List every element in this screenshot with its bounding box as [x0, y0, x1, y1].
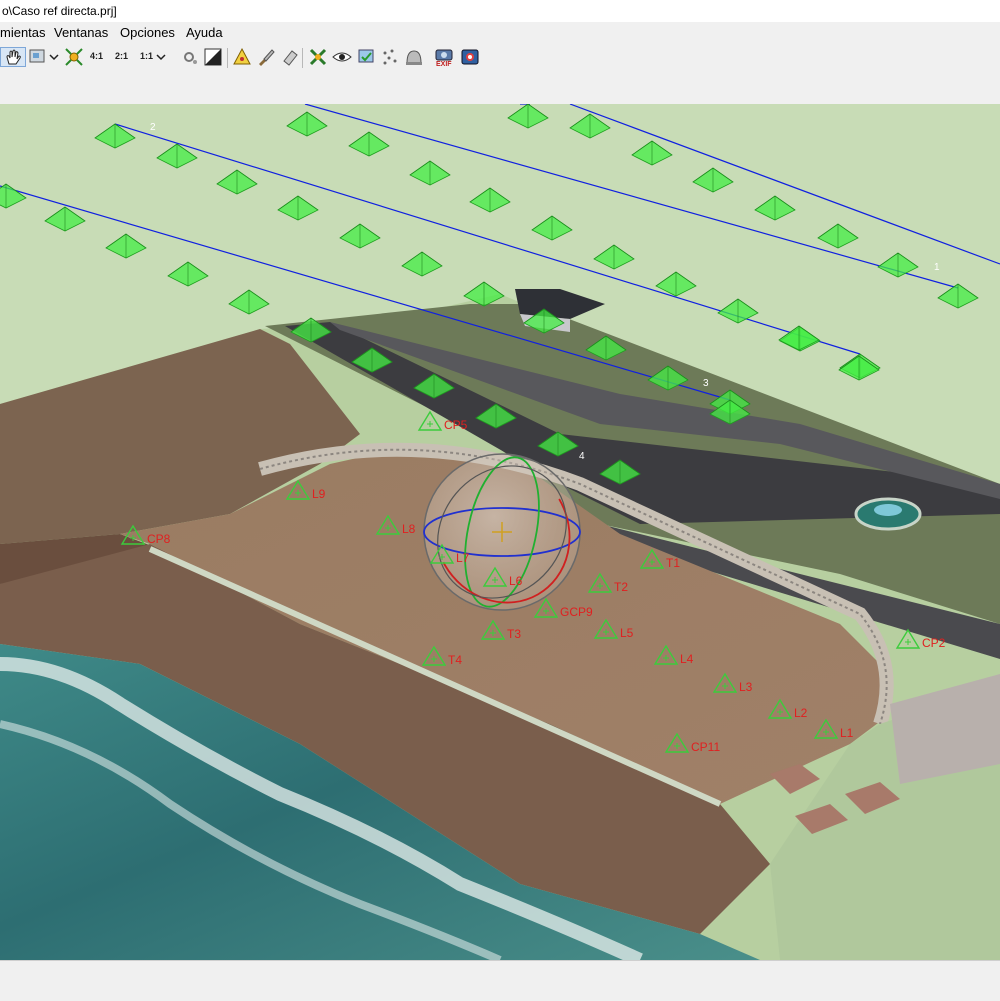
building-roof — [515, 289, 605, 319]
3d-viewport[interactable]: 2 1 3 4 CP5 L9 CP8 L8 L7 L6 T1 T2 GCP9 T3 L5 T4 L4 CP… — [0, 104, 1000, 960]
control-point-label: CP8 — [147, 532, 171, 546]
camera-pyramid-icon[interactable] — [937, 283, 979, 309]
control-point-label: T3 — [507, 627, 521, 641]
control-point-label: CP2 — [922, 636, 946, 650]
camera-pyramid-icon[interactable] — [507, 104, 549, 129]
camera-pyramid-icon[interactable] — [778, 325, 820, 351]
control-point-label: GCP9 — [560, 605, 593, 619]
control-point-label: L8 — [402, 522, 416, 536]
camera-pyramid-icon[interactable] — [692, 167, 734, 193]
control-point-label: CP11 — [691, 740, 720, 754]
window-title: o\Caso ref directa.prj] — [2, 4, 117, 18]
calibration-icon[interactable] — [460, 47, 480, 67]
settings-gear-icon[interactable] — [180, 47, 200, 67]
dome-icon[interactable] — [404, 47, 424, 67]
control-point-label: L2 — [794, 706, 808, 720]
camera-pyramid-icon[interactable] — [216, 169, 258, 195]
camera-pyramid-icon[interactable] — [717, 298, 759, 324]
camera-pyramid-icon[interactable] — [167, 261, 209, 287]
control-point-label: T4 — [448, 653, 462, 667]
camera-pyramid-icon[interactable] — [339, 223, 381, 249]
status-bar — [0, 960, 1000, 1001]
camera-pyramid-icon[interactable] — [754, 195, 796, 221]
camera-pyramid-icon[interactable] — [105, 233, 147, 259]
control-point-label: CP5 — [444, 418, 468, 432]
control-point-label: L1 — [840, 726, 854, 740]
pan-hand-icon[interactable] — [0, 47, 26, 67]
camera-pyramid-icon[interactable] — [469, 187, 511, 213]
control-point-label: L7 — [456, 551, 470, 565]
secondary-toolbar — [0, 72, 1000, 105]
exif-label: EXIF — [436, 61, 452, 68]
control-point-label: T1 — [666, 556, 680, 570]
zoom-chevron-down-icon[interactable] — [155, 47, 167, 67]
control-point-label: T2 — [614, 580, 628, 594]
control-point-label: L9 — [312, 487, 326, 501]
camera-pyramid-icon[interactable] — [877, 252, 919, 278]
camera-pyramid-icon[interactable] — [0, 183, 27, 209]
camera-pyramid-icon[interactable] — [531, 215, 573, 241]
camera-pyramid-icon[interactable] — [631, 140, 673, 166]
menu-herramientas[interactable]: mientas — [0, 22, 46, 44]
select-view-icon[interactable] — [28, 47, 48, 67]
chevron-down-icon[interactable] — [48, 47, 60, 67]
camera-pyramid-icon[interactable] — [348, 131, 390, 157]
zoom-extents-icon[interactable] — [64, 47, 84, 67]
brush-icon[interactable] — [256, 47, 276, 67]
eye-view-icon[interactable] — [332, 47, 352, 67]
camera-pyramid-icon[interactable] — [838, 355, 880, 381]
camera-pyramid-icon[interactable] — [228, 289, 270, 315]
camera-pyramid-icon[interactable] — [94, 123, 136, 149]
window-title-bar: o\Caso ref directa.prj] — [0, 0, 1000, 22]
flight-line-label: 3 — [703, 378, 709, 389]
flight-line-label: 1 — [934, 262, 940, 273]
tools-icon[interactable] — [308, 47, 328, 67]
flight-line — [569, 104, 1000, 265]
toolbar-separator — [302, 48, 303, 68]
control-point-label: L4 — [680, 652, 694, 666]
zoom-4-1-button[interactable]: 4:1 — [90, 51, 103, 61]
camera-pyramid-icon[interactable] — [401, 251, 443, 277]
menu-bar: mientas Ventanas Opciones Ayuda — [0, 22, 1000, 44]
camera-pyramid-icon[interactable] — [44, 206, 86, 232]
flight-line-label: 4 — [579, 451, 585, 462]
contrast-icon[interactable] — [203, 47, 223, 67]
control-point-label: L6 — [509, 574, 523, 588]
eraser-icon[interactable] — [280, 47, 300, 67]
image-check-icon[interactable] — [356, 47, 376, 67]
camera-pyramid-icon[interactable] — [817, 223, 859, 249]
control-point-label: L3 — [739, 680, 753, 694]
menu-ventanas[interactable]: Ventanas — [54, 22, 108, 44]
camera-pyramid-icon[interactable] — [277, 195, 319, 221]
main-toolbar: 4:1 2:1 1:1 EXIF — [0, 44, 1000, 72]
gcp-marker-icon[interactable] — [232, 47, 252, 67]
flight-line-label: 2 — [150, 122, 156, 133]
points-scatter-icon[interactable] — [380, 47, 400, 67]
camera-pyramid-icon[interactable] — [409, 160, 451, 186]
control-point-label: L5 — [620, 626, 634, 640]
fountain-water — [874, 504, 902, 516]
camera-pyramid-icon[interactable] — [286, 111, 328, 137]
zoom-2-1-button[interactable]: 2:1 — [115, 51, 128, 61]
camera-pyramid-icon[interactable] — [569, 113, 611, 139]
toolbar-separator — [227, 48, 228, 68]
zoom-1-1-button[interactable]: 1:1 — [140, 51, 153, 61]
menu-opciones[interactable]: Opciones — [120, 22, 175, 44]
camera-pyramid-icon[interactable] — [593, 244, 635, 270]
scene-canvas[interactable]: 2 1 3 4 CP5 L9 CP8 L8 L7 L6 T1 T2 GCP9 T3 L5 T4 L4 CP… — [0, 104, 1000, 960]
menu-ayuda[interactable]: Ayuda — [186, 22, 223, 44]
